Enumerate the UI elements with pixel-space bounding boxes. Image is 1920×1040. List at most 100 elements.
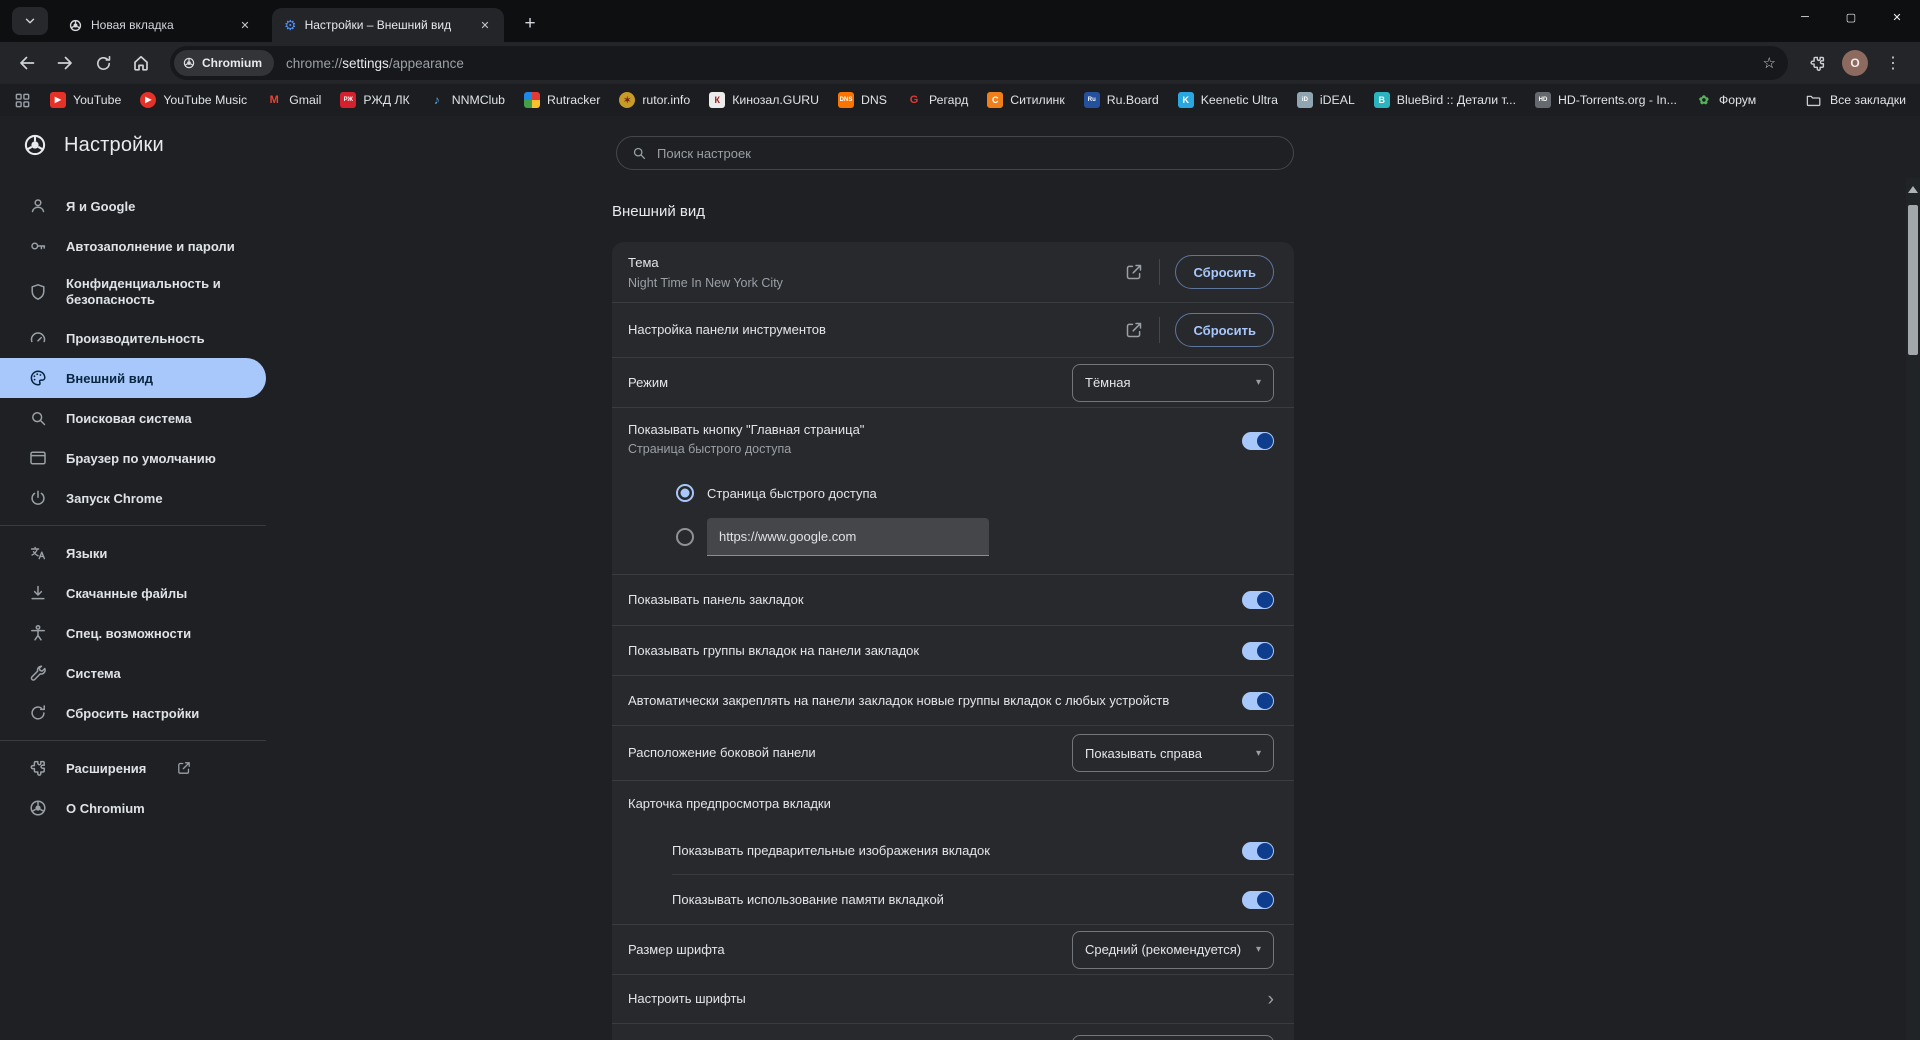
auto-pin-toggle[interactable] [1242,691,1274,710]
font-size-select[interactable]: Средний (рекомендуется) ▾ [1072,930,1274,969]
bookmark-star-icon[interactable]: ☆ [1763,54,1776,72]
bookmark-item[interactable]: ♪ NNMClub [429,92,505,108]
tab-strip: Новая вкладка ✕ ⚙ Настройки – Внешний ви… [0,0,1920,42]
sidebar-item-about[interactable]: О Chromium [0,788,266,828]
scrollbar-thumb[interactable] [1908,205,1918,355]
bookmark-item[interactable]: ▶ YouTube [50,92,121,108]
sidebar-divider [0,525,266,526]
sidebar-item-system[interactable]: Система [0,653,266,693]
hover-memory-toggle[interactable] [1242,890,1274,909]
bookmark-item[interactable]: DNS DNS [838,92,887,108]
bookmark-favicon-icon: G [909,93,919,106]
tab-close-icon[interactable]: ✕ [476,16,494,34]
bookmark-item[interactable]: К Кинозал.GURU [709,92,819,108]
quick-access-option[interactable]: Страница быстрого доступа [676,473,1274,513]
bookmark-item[interactable]: Ru Ru.Board [1083,92,1159,108]
reset-icon [31,705,45,720]
theme-reset-button[interactable]: Сбросить [1175,255,1274,289]
profile-avatar[interactable]: O [1842,50,1868,76]
scroll-up-icon[interactable] [1908,186,1918,193]
sidebar-item-performance[interactable]: Производительность [0,318,266,358]
close-button[interactable]: ✕ [1874,0,1920,34]
page-title: Настройки [64,133,164,156]
speedometer-icon [30,332,46,343]
sidebar-item-search-engine[interactable]: Поисковая система [0,398,266,438]
sidebar-item-downloads[interactable]: Скачанные файлы [0,573,266,613]
sidebar-item-privacy[interactable]: Конфиденциальность и безопасность [0,266,266,318]
settings-page: Настройки Я и Google Автозаполнение и па… [0,116,1920,1040]
sidebar-item-reset[interactable]: Сбросить настройки [0,693,266,733]
theme-row[interactable]: Тема Night Time In New York City Сбросит… [612,242,1294,302]
chromium-favicon-icon [183,57,195,69]
bookmark-item[interactable]: K Keenetic Ultra [1177,92,1278,108]
sidebar-item-autofill[interactable]: Автозаполнение и пароли [0,226,266,266]
home-button-toggle[interactable] [1242,432,1274,450]
bookmark-favicon-icon: ▶ [140,92,157,108]
font-size-row: Размер шрифта Средний (рекомендуется) ▾ [612,925,1294,974]
theme-label: Тема [628,254,659,270]
bookmark-item[interactable]: РЖ РЖД ЛК [340,92,410,108]
auto-pin-row: Автоматически закреплять на панели закла… [612,676,1294,725]
browser-menu-button[interactable]: ⋮ [1876,46,1910,80]
sidebar-item-you-and-google[interactable]: Я и Google [0,186,266,226]
sidebar-item-accessibility[interactable]: Спец. возможности [0,613,266,653]
sidebar-item-appearance[interactable]: Внешний вид [0,358,266,398]
mode-select[interactable]: Тёмная ▾ [1072,363,1274,402]
site-chip[interactable]: Chromium [174,50,274,76]
tab-settings[interactable]: ⚙ Настройки – Внешний вид ✕ [272,8,504,42]
search-input[interactable] [657,145,1279,161]
sidebar-item-default-browser[interactable]: Браузер по умолчанию [0,438,266,478]
external-link-icon[interactable] [1124,320,1144,340]
bookmark-item[interactable]: HD HD-Torrents.org - In... [1535,92,1677,108]
home-button[interactable] [124,46,158,80]
toolbar-reset-button[interactable]: Сбросить [1175,313,1274,347]
tab-close-icon[interactable]: ✕ [236,16,254,34]
extensions-button[interactable] [1800,46,1834,80]
page-zoom-select[interactable]: 100% ▾ [1072,1035,1274,1040]
bookmark-item[interactable]: B BlueBird :: Детали т... [1373,92,1516,108]
settings-search[interactable] [616,136,1294,170]
search-icon [32,412,46,426]
customize-fonts-row[interactable]: Настроить шрифты › [612,975,1294,1023]
forward-button[interactable] [48,46,82,80]
bookmark-item[interactable]: Rutracker [524,92,600,108]
radio-selected-icon[interactable] [676,484,694,502]
external-link-icon [178,762,191,774]
back-button[interactable] [10,46,44,80]
bookmark-item[interactable]: ✶ rutor.info [619,92,690,108]
bookmark-item[interactable]: M Gmail [266,92,322,108]
reload-button[interactable] [86,46,120,80]
custom-url-option[interactable] [676,518,1274,556]
bookmark-favicon-icon: ▶ [50,92,66,108]
toolbar-customization-row[interactable]: Настройка панели инструментов Сбросить [612,303,1294,357]
minimize-button[interactable]: ─ [1782,0,1828,34]
external-link-icon[interactable] [1124,262,1144,282]
bookmark-item[interactable]: ▶ YouTube Music [140,92,247,108]
all-bookmarks-button[interactable]: Все закладки [1805,92,1906,109]
bookmark-favicon-icon: DNS [838,92,854,108]
home-icon [134,55,148,71]
bookmark-item[interactable]: ✿ Форум [1696,92,1756,108]
show-bookmarks-toggle[interactable] [1242,591,1274,609]
page-scrollbar[interactable] [1906,178,1920,1040]
sidebar-item-languages[interactable]: Языки [0,533,266,573]
bookmark-item[interactable]: С Ситилинк [987,92,1065,108]
custom-homepage-input[interactable] [707,518,989,556]
hover-preview-toggle[interactable] [1242,841,1274,860]
radio-unselected-icon[interactable] [676,528,694,546]
sidebar-item-startup[interactable]: Запуск Chrome [0,478,266,518]
maximize-button[interactable]: ▢ [1828,0,1874,34]
tab-new-tab[interactable]: Новая вкладка ✕ [56,8,264,42]
chevron-down-icon [25,18,35,24]
new-tab-button[interactable]: + [516,10,544,38]
shield-icon [31,284,45,300]
address-bar[interactable]: Chromium chrome://settings/appearance ☆ [170,46,1788,80]
bookmark-item[interactable]: iD iDEAL [1296,92,1355,108]
apps-grid-icon[interactable] [14,92,31,109]
sidebar-item-extensions[interactable]: Расширения [0,748,266,788]
side-panel-select[interactable]: Показывать справа ▾ [1072,734,1274,772]
bookmark-item[interactable]: G Регард [906,92,969,108]
tab-search-button[interactable] [12,7,48,35]
tab-groups-toggle[interactable] [1242,641,1274,660]
site-chip-label: Chromium [202,56,262,70]
